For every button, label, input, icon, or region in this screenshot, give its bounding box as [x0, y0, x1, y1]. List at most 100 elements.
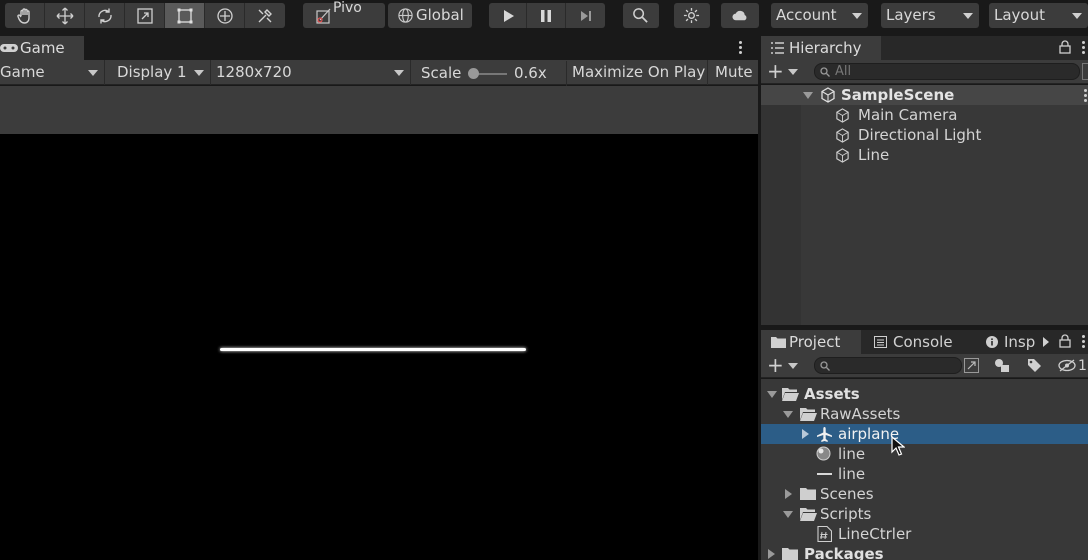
- tab-game[interactable]: Game: [0, 36, 84, 60]
- tree-item-label: line: [838, 445, 866, 463]
- tab-console[interactable]: Console: [874, 330, 974, 354]
- tab-hierarchy-label: Hierarchy: [789, 39, 862, 57]
- tab-scroll-right-icon[interactable]: [1043, 337, 1049, 347]
- layout-dropdown[interactable]: Layout: [989, 3, 1088, 28]
- scale-tool-icon[interactable]: [125, 3, 165, 28]
- services-button[interactable]: [674, 3, 710, 28]
- tab-hierarchy[interactable]: Hierarchy: [761, 36, 881, 60]
- line-texture-icon: [817, 473, 832, 475]
- more-options-icon[interactable]: [1082, 335, 1085, 348]
- global-label: Global: [416, 6, 464, 24]
- tree-item-label: Packages: [804, 545, 884, 560]
- move-tool-icon[interactable]: [45, 3, 85, 28]
- tree-item-label: Scripts: [820, 505, 872, 523]
- unity-scene-icon: [821, 87, 835, 103]
- hidden-eye-icon[interactable]: [1058, 359, 1076, 372]
- info-icon: [986, 336, 998, 348]
- expand-arrow-icon[interactable]: [783, 411, 793, 418]
- resolution-label: 1280x720: [216, 63, 292, 81]
- globe-icon: [398, 8, 413, 23]
- tree-item-line-texture[interactable]: line: [761, 464, 1088, 484]
- maximize-on-play-toggle[interactable]: Maximize On Play: [567, 60, 708, 85]
- lock-icon[interactable]: [1059, 334, 1071, 348]
- search-icon: [820, 67, 830, 77]
- scale-control: Scale 0.6x: [411, 61, 567, 86]
- scene-name: SampleScene: [841, 86, 955, 104]
- transform-tool-icon[interactable]: [205, 3, 245, 28]
- collapsed-arrow-icon[interactable]: [802, 429, 809, 439]
- console-icon: [874, 336, 887, 348]
- expand-arrow-icon[interactable]: [803, 92, 813, 99]
- csharp-script-icon: [817, 526, 832, 542]
- rect-tool-icon[interactable]: [165, 3, 205, 28]
- game-view-letterbox: [0, 86, 758, 134]
- rotate-tool-icon[interactable]: [85, 3, 125, 28]
- play-icon[interactable]: [489, 3, 527, 28]
- rendered-line: [220, 348, 526, 351]
- tree-item-assets[interactable]: Assets: [761, 384, 1088, 404]
- resolution-dropdown[interactable]: 1280x720: [211, 60, 411, 85]
- scene-options-icon[interactable]: [1084, 89, 1087, 102]
- hierarchy-item[interactable]: Main Camera: [835, 105, 1088, 125]
- search-filter-button[interactable]: [1082, 63, 1088, 80]
- scene-row[interactable]: SampleScene: [761, 85, 1088, 105]
- step-icon[interactable]: [566, 3, 605, 28]
- folder-open-icon: [800, 508, 817, 521]
- expand-arrow-icon[interactable]: [767, 391, 777, 398]
- tree-item-linectrler[interactable]: LineCtrler: [761, 524, 1088, 544]
- collapsed-arrow-icon[interactable]: [768, 549, 775, 559]
- cloud-icon: [732, 10, 747, 21]
- tree-item-scenes[interactable]: Scenes: [761, 484, 1088, 504]
- chevron-down-icon[interactable]: [788, 363, 798, 369]
- pivot-toggle[interactable]: Pivo: [303, 1, 385, 28]
- add-icon[interactable]: +: [767, 353, 784, 377]
- folder-icon: [782, 548, 798, 560]
- account-dropdown[interactable]: Account: [771, 3, 868, 28]
- folder-open-icon: [800, 408, 817, 421]
- gameobject-cube-icon: [836, 128, 849, 143]
- search-scope-icon[interactable]: [964, 358, 979, 373]
- collapsed-arrow-icon[interactable]: [785, 489, 792, 499]
- chevron-down-icon: [194, 70, 204, 76]
- tab-project[interactable]: Project: [761, 330, 861, 354]
- more-options-icon[interactable]: [739, 41, 742, 54]
- add-icon[interactable]: +: [767, 59, 784, 83]
- search-button[interactable]: [623, 3, 659, 28]
- game-view[interactable]: [0, 134, 758, 560]
- folder-icon: [800, 488, 816, 500]
- display-dropdown[interactable]: Display 1: [105, 60, 211, 85]
- hierarchy-search-input[interactable]: All: [814, 63, 1080, 80]
- layout-label: Layout: [994, 6, 1045, 24]
- tree-item-packages[interactable]: Packages: [761, 544, 1088, 560]
- global-toggle[interactable]: Global: [388, 3, 472, 28]
- more-options-icon[interactable]: [1082, 41, 1085, 54]
- tree-item-label: Assets: [804, 385, 860, 403]
- chevron-down-icon: [852, 13, 862, 19]
- tag-icon[interactable]: [1027, 358, 1042, 373]
- hierarchy-item[interactable]: Line: [835, 145, 1088, 165]
- lock-icon[interactable]: [1059, 40, 1071, 54]
- filter-by-type-icon[interactable]: [994, 358, 1010, 373]
- layers-dropdown[interactable]: Layers: [881, 3, 979, 28]
- tree-item-airplane[interactable]: airplane: [761, 424, 1088, 444]
- chevron-down-icon: [1072, 13, 1082, 19]
- scale-slider-thumb[interactable]: [468, 68, 479, 79]
- gameobject-cube-icon: [836, 148, 849, 163]
- tab-inspector[interactable]: Insp: [986, 330, 1036, 354]
- hierarchy-item[interactable]: Directional Light: [835, 125, 1088, 145]
- tree-item-rawassets[interactable]: RawAssets: [761, 404, 1088, 424]
- expand-arrow-icon[interactable]: [783, 511, 793, 518]
- hierarchy-item-label: Directional Light: [858, 126, 982, 144]
- tree-item-scripts[interactable]: Scripts: [761, 504, 1088, 524]
- custom-tool-icon[interactable]: [245, 3, 285, 28]
- chevron-down-icon[interactable]: [788, 69, 798, 75]
- game-mode-dropdown[interactable]: Game: [0, 60, 105, 85]
- layers-label: Layers: [886, 6, 936, 24]
- mute-toggle[interactable]: Mute ,: [708, 60, 758, 85]
- airplane-icon: [817, 427, 832, 442]
- hand-tool-icon[interactable]: [5, 3, 45, 28]
- tree-item-line-material[interactable]: line: [761, 444, 1088, 464]
- pause-icon[interactable]: [527, 3, 566, 28]
- cloud-button[interactable]: [721, 3, 759, 28]
- project-search-input[interactable]: [814, 357, 962, 374]
